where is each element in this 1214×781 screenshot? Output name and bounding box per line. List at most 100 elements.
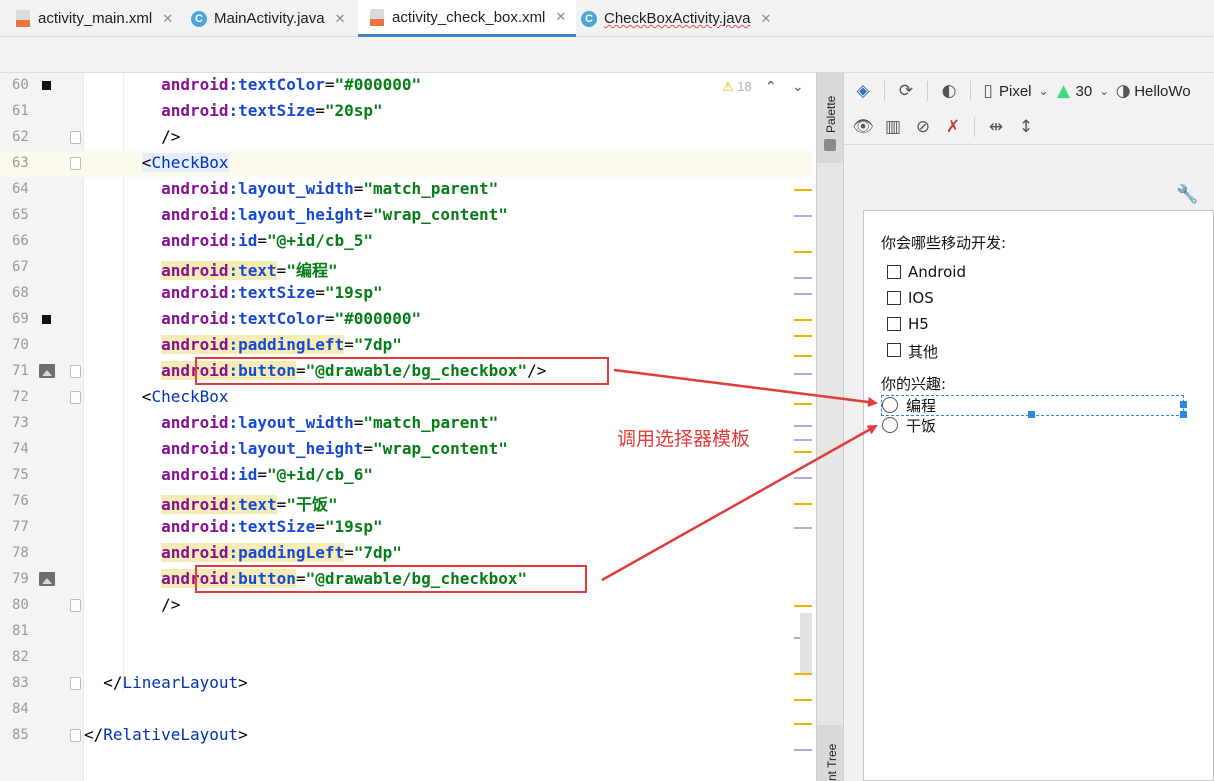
tab-main-activity-java[interactable]: C MainActivity.java ✕	[190, 0, 346, 37]
checkbox-other[interactable]	[887, 343, 901, 357]
error-stripe-marker[interactable]	[794, 251, 812, 253]
fold-icon[interactable]	[70, 677, 81, 690]
code-line[interactable]: 75 android:id="@+id/cb_6"	[0, 463, 812, 489]
checkbox-h5[interactable]	[887, 317, 901, 331]
blueprint-icon[interactable]: ▥	[878, 112, 908, 142]
palette-label: Palette	[824, 95, 838, 133]
previous-highlight-icon[interactable]: ⌃	[765, 79, 777, 95]
fold-icon[interactable]	[70, 157, 81, 170]
error-stripe-marker[interactable]	[794, 355, 812, 357]
error-stripe-marker[interactable]	[794, 605, 812, 607]
code-line[interactable]: 65 android:layout_height="wrap_content"	[0, 203, 812, 229]
line-number: 73	[12, 415, 29, 431]
code-line[interactable]: 77 android:textSize="19sp"	[0, 515, 812, 541]
code-line[interactable]: 63 <CheckBox	[0, 151, 812, 177]
code-line[interactable]: 83 </LinearLayout>	[0, 671, 812, 697]
code-line[interactable]: 64 android:layout_width="match_parent"	[0, 177, 812, 203]
code-line[interactable]: 69 android:textColor="#000000"	[0, 307, 812, 333]
image-preview-icon[interactable]	[39, 572, 55, 586]
selector-checkbox-coding[interactable]	[882, 397, 898, 413]
fold-icon[interactable]	[70, 599, 81, 612]
code-line[interactable]: 62 />	[0, 125, 812, 151]
fold-icon[interactable]	[70, 391, 81, 404]
code-line[interactable]: 78 android:paddingLeft="7dp"	[0, 541, 812, 567]
code-line[interactable]: 76 android:text="干饭"	[0, 489, 812, 515]
chevron-down-icon[interactable]: ⌄	[1096, 76, 1112, 106]
fold-icon[interactable]	[70, 131, 81, 144]
error-stripe-marker[interactable]	[794, 215, 812, 217]
error-stripe-marker[interactable]	[794, 403, 812, 405]
code-line[interactable]: 82	[0, 645, 812, 671]
error-stripe-marker[interactable]	[794, 439, 812, 441]
code-line[interactable]: 67 android:text="编程"	[0, 255, 812, 281]
image-preview-icon[interactable]	[39, 364, 55, 378]
component-tree-tab[interactable]: nt Tree	[817, 725, 843, 781]
code-text: android:text="干饭"	[161, 495, 338, 514]
pack-vertical-icon[interactable]: ↕	[1011, 112, 1041, 142]
tab-activity-check-box-xml[interactable]: activity_check_box.xml ✕	[358, 0, 577, 37]
line-number: 77	[12, 519, 29, 535]
night-mode-icon[interactable]: ◐	[934, 76, 964, 106]
chevron-down-icon[interactable]: ⌄	[1036, 76, 1052, 106]
resize-handle[interactable]	[1180, 411, 1187, 418]
error-stripe-marker[interactable]	[794, 319, 812, 321]
error-stripe-marker[interactable]	[794, 425, 812, 427]
close-icon[interactable]: ✕	[335, 11, 346, 27]
tab-activity-main-xml[interactable]: activity_main.xml ✕	[14, 0, 173, 37]
wrench-icon[interactable]: 🔧	[1176, 184, 1198, 205]
palette-tab[interactable]: Palette	[817, 73, 843, 163]
error-stripe-marker[interactable]	[794, 189, 812, 191]
warning-icon: ⚠	[722, 79, 734, 94]
resize-handle[interactable]	[1028, 411, 1035, 418]
error-stripe-marker[interactable]	[794, 749, 812, 751]
palette-icon	[824, 139, 836, 151]
device-selector[interactable]: Pixel	[999, 83, 1032, 100]
scrollbar-thumb[interactable]	[800, 613, 812, 673]
code-line[interactable]: 61 android:textSize="20sp"	[0, 99, 812, 125]
code-line[interactable]: 70 android:paddingLeft="7dp"	[0, 333, 812, 359]
error-stripe-marker[interactable]	[794, 699, 812, 701]
error-stripe-marker[interactable]	[794, 335, 812, 337]
error-stripe-marker[interactable]	[794, 527, 812, 529]
error-stripe-marker[interactable]	[794, 723, 812, 725]
code-line[interactable]: 81	[0, 619, 812, 645]
error-stripe-marker[interactable]	[794, 477, 812, 479]
api-level-selector[interactable]: 30	[1076, 83, 1093, 100]
error-stripe-marker[interactable]	[794, 503, 812, 505]
code-line[interactable]: 84	[0, 697, 812, 723]
fold-icon[interactable]	[70, 729, 81, 742]
code-line[interactable]: 72 <CheckBox	[0, 385, 812, 411]
error-stripe-marker[interactable]	[794, 277, 812, 279]
layers-icon[interactable]: ◈	[848, 76, 878, 106]
theme-selector[interactable]: HelloWo	[1134, 83, 1190, 100]
color-swatch-icon[interactable]	[42, 315, 51, 324]
code-line[interactable]: 60 android:textColor="#000000"	[0, 73, 812, 99]
inspection-widget[interactable]: ⚠ 18	[722, 79, 752, 95]
close-icon[interactable]: ✕	[162, 11, 173, 27]
error-stripe-marker[interactable]	[794, 373, 812, 375]
code-line[interactable]: 80 />	[0, 593, 812, 619]
fold-icon[interactable]	[70, 365, 81, 378]
code-line[interactable]: 68 android:textSize="19sp"	[0, 281, 812, 307]
orientation-icon[interactable]: ⟳	[891, 76, 921, 106]
resize-handle[interactable]	[1180, 401, 1187, 408]
theme-icon: ◑	[1115, 81, 1131, 101]
checkbox-android[interactable]	[887, 265, 901, 279]
code-line[interactable]: 85 </RelativeLayout>	[0, 723, 812, 749]
clear-constraints-icon[interactable]: ✗	[938, 112, 968, 142]
error-stripe-marker[interactable]	[794, 673, 812, 675]
checkbox-ios[interactable]	[887, 291, 901, 305]
selector-checkbox-eating[interactable]	[882, 417, 898, 433]
error-stripe[interactable]	[790, 73, 816, 781]
close-icon[interactable]: ✕	[555, 9, 566, 25]
tab-checkbox-activity-java[interactable]: C CheckBoxActivity.java ✕	[580, 0, 771, 37]
autoconnect-off-icon[interactable]: ⊘	[908, 112, 938, 142]
view-options-icon[interactable]: 👁	[848, 112, 878, 142]
close-icon[interactable]: ✕	[760, 11, 771, 27]
error-stripe-marker[interactable]	[794, 293, 812, 295]
pack-horizontal-icon[interactable]: ⇹	[981, 112, 1011, 142]
error-stripe-marker[interactable]	[794, 451, 812, 453]
code-line[interactable]: 66 android:id="@+id/cb_5"	[0, 229, 812, 255]
device-preview[interactable]: 你会哪些移动开发: Android IOS H5 其他 你的兴趣: 编程 干饭	[863, 210, 1214, 781]
color-swatch-icon[interactable]	[42, 81, 51, 90]
